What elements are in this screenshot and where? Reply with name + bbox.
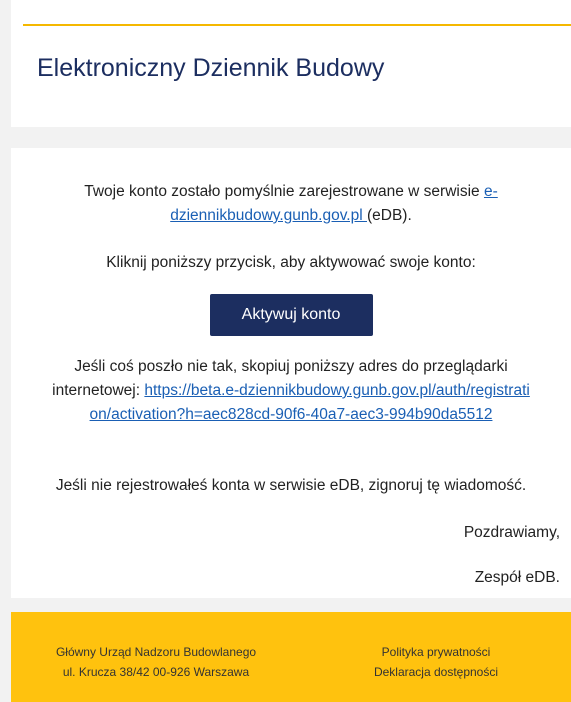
footer-links: Polityka prywatności Deklaracja dostępno… — [341, 642, 531, 682]
email-footer: Główny Urząd Nadzoru Budowlanego ul. Kru… — [11, 612, 571, 702]
bottom-band — [11, 598, 571, 612]
footer-organization: Główny Urząd Nadzoru Budowlanego ul. Kru… — [11, 642, 301, 682]
activate-account-button[interactable]: Aktywuj konto — [209, 294, 373, 336]
sign-off-team: Zespół eDB. — [474, 569, 560, 586]
sign-off-greeting: Pozdrawiamy, — [463, 524, 560, 541]
message-body: Twoje konto zostało pomyślnie zarejestro… — [11, 148, 571, 598]
fallback-link-text: Jeśli coś poszło nie tak, skopiuj poniżs… — [52, 358, 530, 423]
page-title: Elektroniczny Dziennik Budowy — [37, 54, 385, 82]
footer-org-address: ul. Krucza 38/42 00-926 Warszawa — [62, 665, 250, 679]
header-accent-line — [23, 24, 571, 26]
left-gutter — [0, 0, 11, 702]
accessibility-statement-link[interactable]: Deklaracja dostępności — [341, 662, 531, 682]
registration-confirmation-text: Twoje konto zostało pomyślnie zarejestro… — [84, 183, 498, 224]
divider-band — [11, 127, 571, 148]
footer-org-name: Główny Urząd Nadzoru Budowlanego — [55, 645, 257, 659]
privacy-policy-link[interactable]: Polityka prywatności — [341, 642, 531, 662]
activation-url-link[interactable]: https://beta.e-dziennikbudowy.gunb.gov.p… — [90, 382, 530, 423]
activate-button-row: Aktywuj konto — [11, 294, 571, 336]
ignore-notice-text: Jeśli nie rejestrowałeś konta w serwisie… — [55, 477, 527, 494]
activation-instruction-text: Kliknij poniższy przycisk, aby aktywować… — [106, 254, 476, 271]
email-header: Elektroniczny Dziennik Budowy — [11, 0, 571, 127]
email-message: Elektroniczny Dziennik Budowy Twoje kont… — [0, 0, 571, 702]
